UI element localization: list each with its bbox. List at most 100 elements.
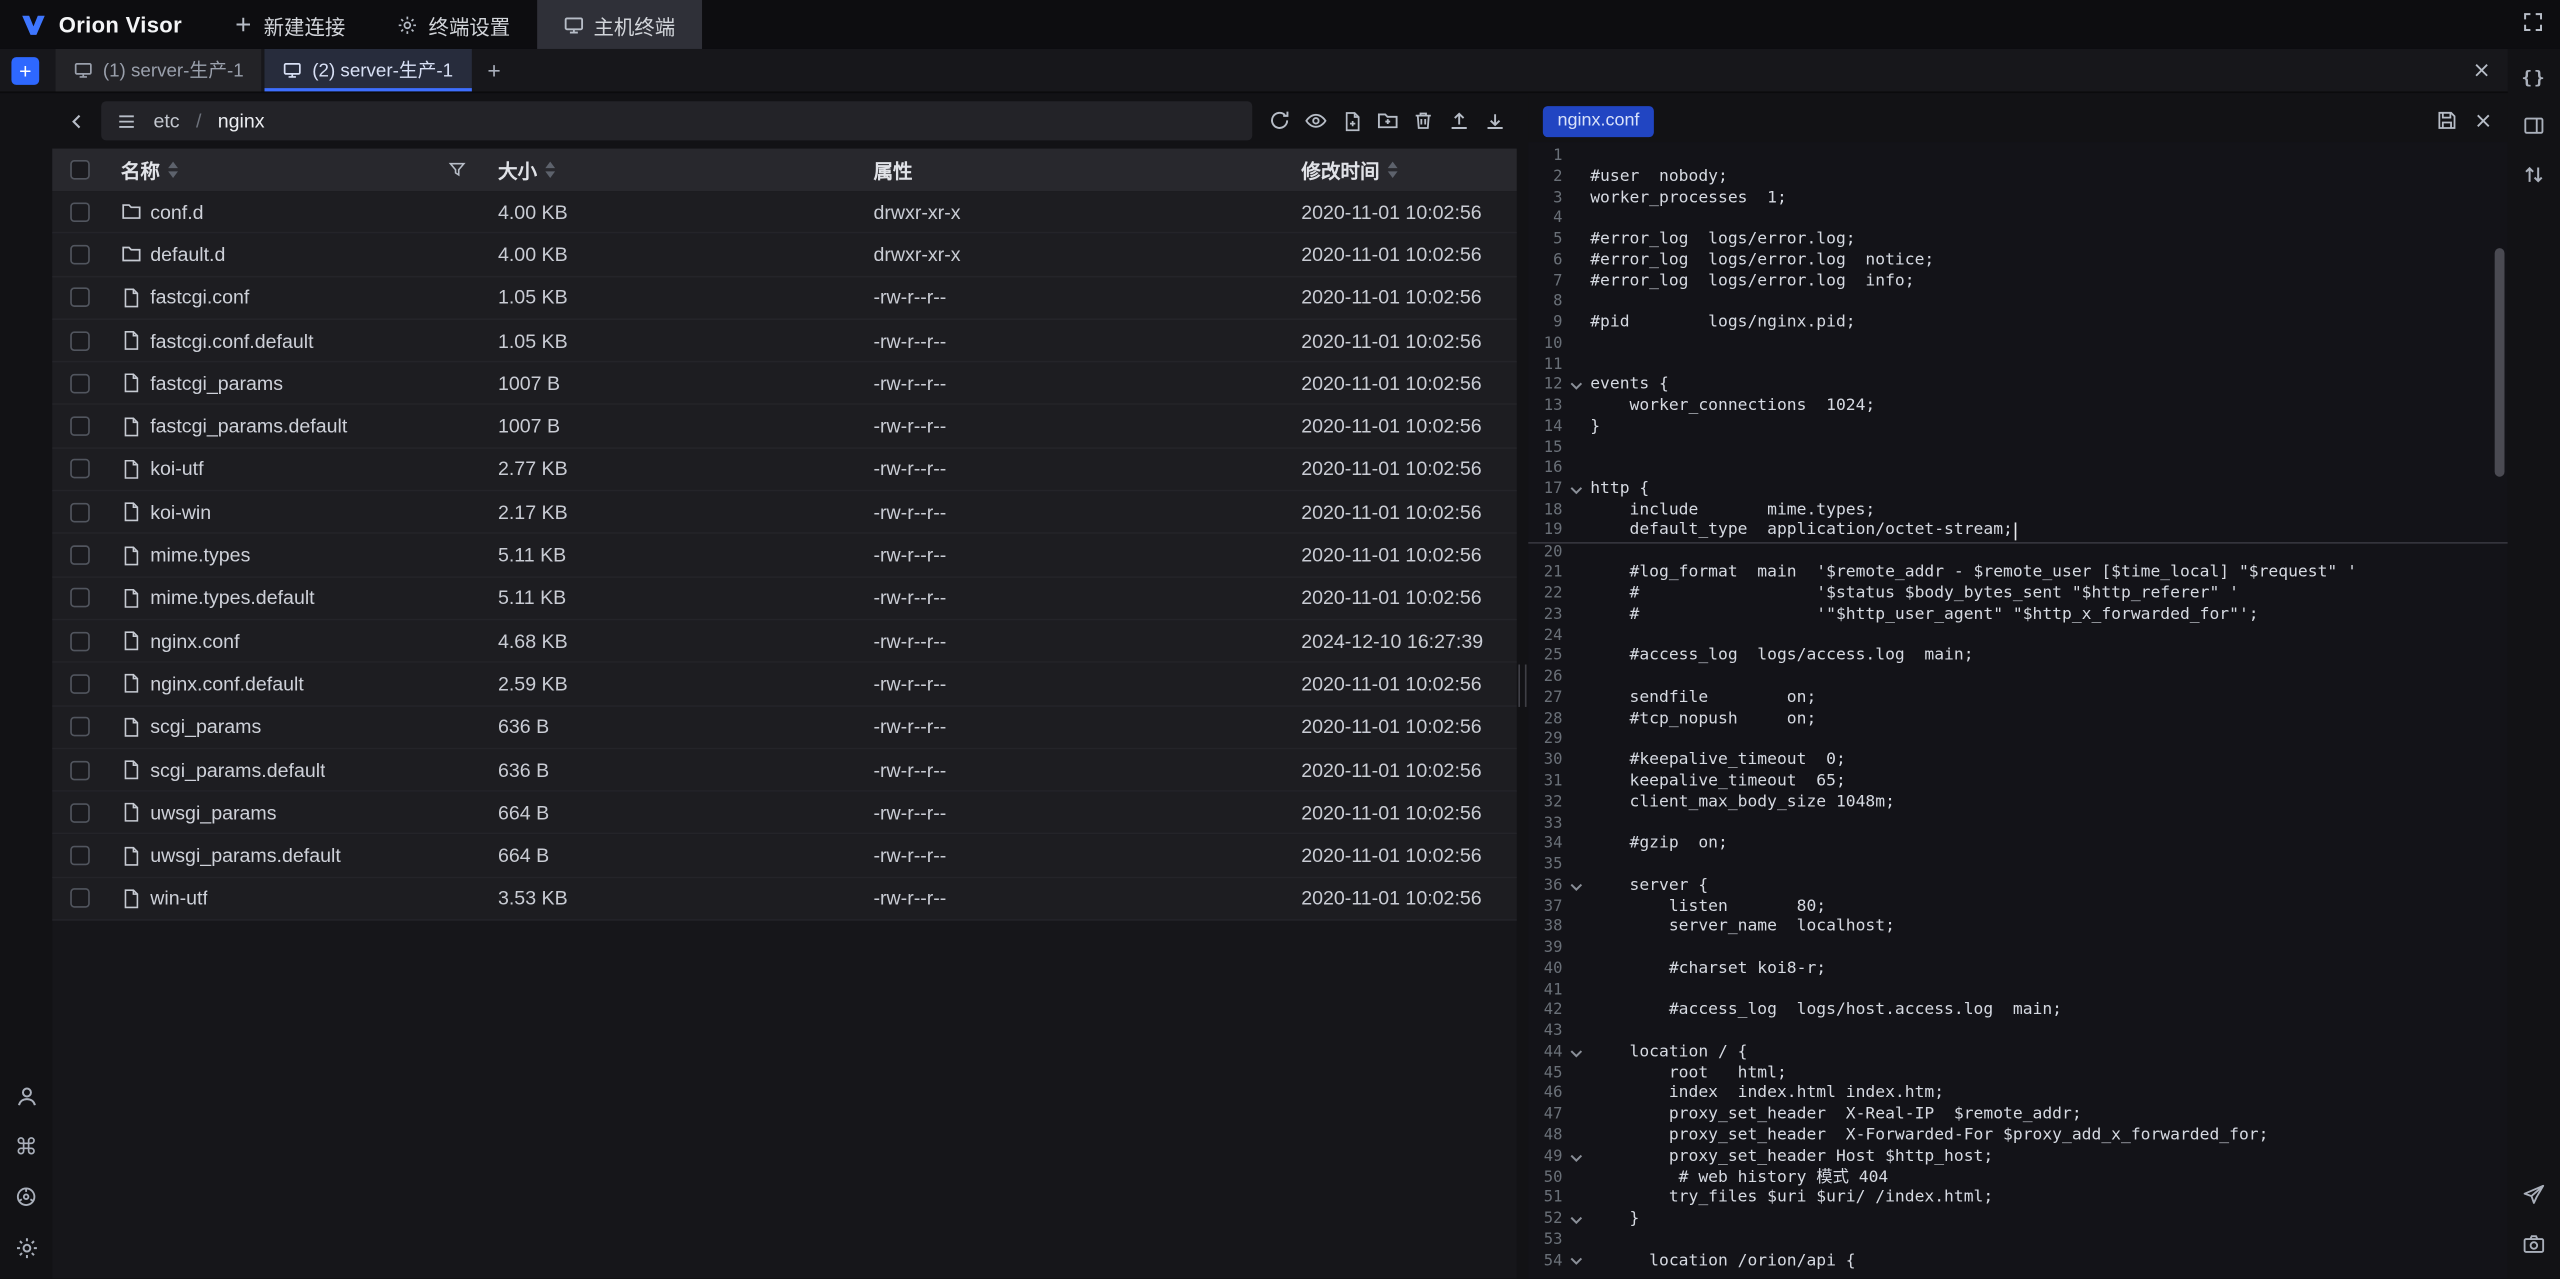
table-row[interactable]: uwsgi_params664 B-rw-r--r--2020-11-01 10… [52,792,1516,835]
code-line[interactable]: 29 [1528,731,2508,752]
row-checkbox[interactable] [70,459,90,479]
code-line[interactable]: 48 proxy_set_header X-Forwarded-For $pro… [1528,1127,2508,1148]
code-line[interactable]: 4 [1528,209,2508,230]
code-editor[interactable]: 12#user nobody;3worker_processes 1;45#er… [1528,142,2508,1279]
row-checkbox[interactable] [70,331,90,351]
new-connection-button[interactable]: + [11,56,39,84]
back-icon[interactable] [59,103,95,139]
code-line[interactable]: 25 #access_log logs/access.log main; [1528,647,2508,668]
code-line[interactable]: 8 [1528,293,2508,314]
settings-gear-icon[interactable] [11,1233,40,1262]
sort-size-button[interactable] [545,162,555,178]
fold-chevron-icon[interactable] [1562,878,1590,896]
new-folder-icon[interactable] [1370,103,1406,139]
code-line[interactable]: 23 # '"$http_user_agent" "$http_x_forwar… [1528,605,2508,626]
select-all-checkbox[interactable] [70,160,90,180]
close-sftp-icon[interactable] [2472,60,2492,80]
code-line[interactable]: 36 server { [1528,876,2508,897]
file-name[interactable]: nginx.conf [150,630,239,653]
list-icon[interactable] [116,110,137,131]
path-breadcrumb[interactable]: etc / nginx [101,101,1252,140]
table-row[interactable]: fastcgi_params.default1007 B-rw-r--r--20… [52,406,1516,449]
sort-swap-icon[interactable] [2519,160,2548,189]
table-row[interactable]: mime.types5.11 KB-rw-r--r--2020-11-01 10… [52,534,1516,577]
file-name[interactable]: koi-win [150,501,211,524]
fold-chevron-icon[interactable] [1562,1211,1590,1229]
code-line[interactable]: 53 [1528,1231,2508,1252]
table-row[interactable]: mime.types.default5.11 KB-rw-r--r--2020-… [52,577,1516,620]
code-line[interactable]: 27 sendfile on; [1528,689,2508,710]
code-line[interactable]: 14} [1528,418,2508,439]
file-name[interactable]: mime.types [150,544,250,567]
theme-icon[interactable] [11,1183,40,1212]
filter-icon[interactable] [447,160,467,180]
code-line[interactable]: 16 [1528,460,2508,481]
code-line[interactable]: 45 root html; [1528,1064,2508,1085]
row-checkbox[interactable] [70,846,90,866]
sort-mtime-button[interactable] [1388,162,1398,178]
code-line[interactable]: 9#pid logs/nginx.pid; [1528,314,2508,335]
code-line[interactable]: 21 #log_format main '$remote_addr - $rem… [1528,564,2508,585]
code-line[interactable]: 28 #tcp_nopush on; [1528,710,2508,731]
menu-host-terminal[interactable]: 主机终端 [536,0,701,49]
code-line[interactable]: 12events { [1528,376,2508,397]
code-line[interactable]: 30 #keepalive_timeout 0; [1528,751,2508,772]
row-checkbox[interactable] [70,889,90,909]
command-shortcuts-icon[interactable]: ⌘ [11,1132,40,1161]
table-row[interactable]: fastcgi.conf.default1.05 KB-rw-r--r--202… [52,320,1516,363]
row-checkbox[interactable] [70,202,90,222]
row-checkbox[interactable] [70,803,90,823]
breadcrumb-root[interactable]: etc [153,109,179,132]
table-row[interactable]: scgi_params636 B-rw-r--r--2020-11-01 10:… [52,706,1516,749]
editor-scrollbar-thumb[interactable] [2495,248,2505,477]
send-command-icon[interactable] [2519,1181,2548,1210]
code-line[interactable]: 54 location /orion/api { [1528,1252,2508,1273]
table-row[interactable]: koi-win2.17 KB-rw-r--r--2020-11-01 10:02… [52,492,1516,535]
sort-name-button[interactable] [168,162,178,178]
table-row[interactable]: nginx.conf4.68 KB-rw-r--r--2024-12-10 16… [52,620,1516,663]
delete-trash-icon[interactable] [1406,103,1442,139]
code-line[interactable]: 39 [1528,939,2508,960]
file-name[interactable]: uwsgi_params [150,801,276,824]
row-checkbox[interactable] [70,288,90,308]
code-line[interactable]: 19 default_type application/octet-stream… [1528,522,2508,543]
code-line[interactable]: 18 include mime.types; [1528,501,2508,522]
download-icon[interactable] [1478,103,1514,139]
table-row[interactable]: fastcgi_params1007 B-rw-r--r--2020-11-01… [52,363,1516,406]
code-line[interactable]: 11 [1528,355,2508,376]
fold-chevron-icon[interactable] [1562,378,1590,396]
table-row[interactable]: conf.d4.00 KBdrwxr-xr-x2020-11-01 10:02:… [52,191,1516,234]
code-line[interactable]: 40 #charset koi8-r; [1528,960,2508,981]
save-icon[interactable] [2435,110,2457,132]
fold-chevron-icon[interactable] [1562,1253,1590,1271]
table-row[interactable]: koi-utf2.77 KB-rw-r--r--2020-11-01 10:02… [52,449,1516,492]
code-line[interactable]: 6#error_log logs/error.log notice; [1528,251,2508,272]
table-row[interactable]: nginx.conf.default2.59 KB-rw-r--r--2020-… [52,663,1516,706]
json-braces-icon[interactable]: {} [2519,62,2548,91]
code-line[interactable]: 31 keepalive_timeout 65; [1528,772,2508,793]
user-icon[interactable] [11,1081,40,1110]
code-line[interactable]: 35 [1528,856,2508,877]
file-name[interactable]: fastcgi.conf [150,286,249,309]
panel-resize-handle[interactable] [1517,93,1528,1279]
fullscreen-icon[interactable] [2522,11,2543,32]
file-name[interactable]: uwsgi_params.default [150,844,341,867]
file-name[interactable]: scgi_params.default [150,758,325,781]
code-line[interactable]: 24 [1528,626,2508,647]
table-row[interactable]: scgi_params.default636 B-rw-r--r--2020-1… [52,749,1516,792]
file-name[interactable]: fastcgi_params.default [150,415,347,438]
code-line[interactable]: 41 [1528,981,2508,1002]
code-line[interactable]: 43 [1528,1022,2508,1043]
add-tab-button[interactable]: + [487,57,500,83]
file-name[interactable]: fastcgi_params [150,372,283,395]
row-checkbox[interactable] [70,717,90,737]
code-line[interactable]: 52 } [1528,1210,2508,1231]
code-line[interactable]: 32 client_max_body_size 1048m; [1528,793,2508,814]
tab-server-1[interactable]: (1) server-生产-1 [56,49,262,91]
row-checkbox[interactable] [70,417,90,437]
row-checkbox[interactable] [70,502,90,522]
screenshot-camera-icon[interactable] [2519,1230,2548,1259]
breadcrumb-current[interactable]: nginx [218,109,265,132]
code-line[interactable]: 15 [1528,439,2508,460]
code-line[interactable]: 37 listen 80; [1528,897,2508,918]
